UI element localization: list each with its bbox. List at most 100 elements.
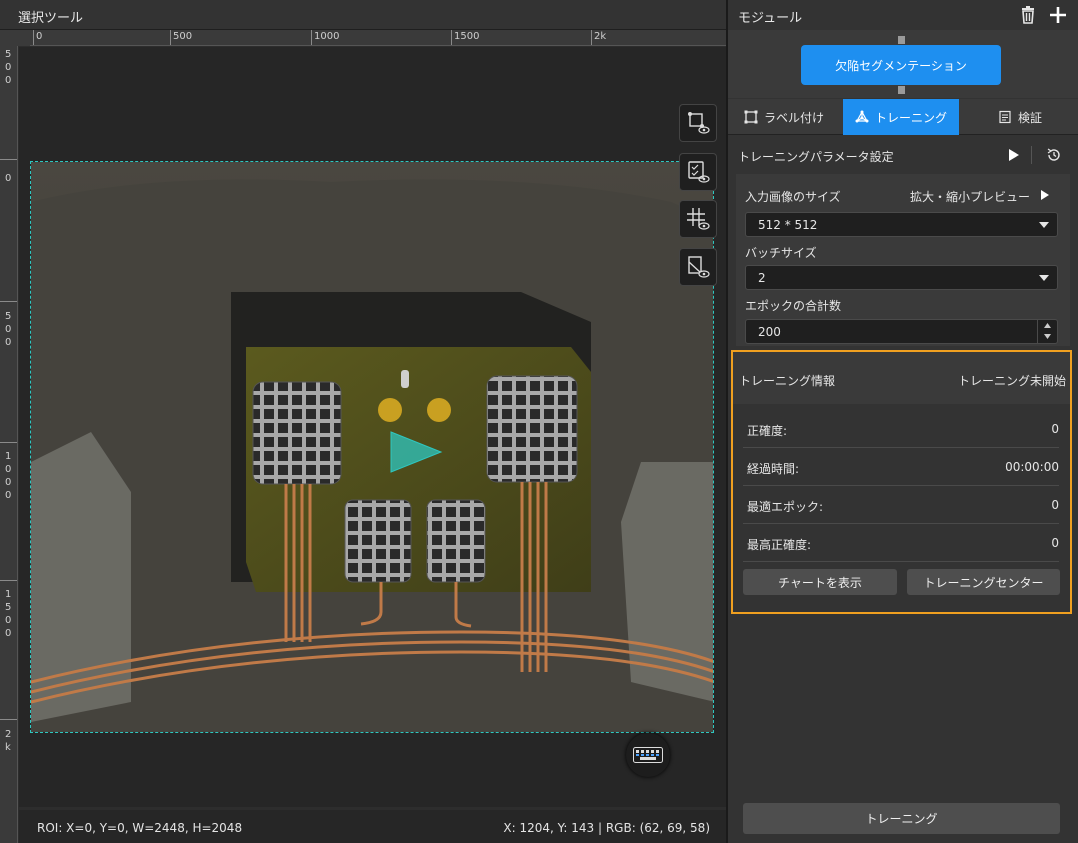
module-header: モジュール — [728, 0, 1078, 30]
play-icon[interactable] — [1040, 189, 1050, 201]
checklist-eye-icon — [688, 161, 710, 183]
batch-size-label: バッチサイズ — [745, 246, 817, 260]
inspection-image — [31, 162, 713, 732]
info-row-value: 00:00:00 — [1005, 460, 1059, 474]
history-icon[interactable] — [1046, 147, 1062, 163]
ruler-label: 0 — [36, 31, 43, 42]
selection-tool-header: 選択ツール — [0, 0, 726, 30]
bounding-box-icon — [744, 110, 758, 124]
ruler-label: 2 k — [5, 729, 12, 753]
tab-training[interactable]: トレーニング — [843, 99, 959, 135]
training-params-body: 入力画像のサイズ 拡大・縮小プレビュー 512 * 512 バッチサイズ 2 エ… — [736, 174, 1070, 346]
batch-size-select[interactable]: 2 — [745, 265, 1058, 290]
tab-labeling[interactable]: ラベル付け — [728, 99, 840, 135]
horizontal-ruler: 0 500 1000 1500 2k — [30, 30, 726, 46]
ruler-label: 500 — [173, 31, 193, 42]
ruler-label: 1000 — [314, 31, 340, 42]
vertical-ruler: 5 0 0 0 5 0 0 1 0 0 0 1 5 0 0 2 k — [0, 46, 18, 843]
info-row-best-accuracy: 最高正確度: 0 — [743, 524, 1059, 562]
trash-icon[interactable] — [1018, 5, 1038, 25]
roi-region[interactable] — [30, 161, 714, 733]
ruler-label: 1 0 0 0 — [5, 451, 12, 501]
input-size-label: 入力画像のサイズ — [745, 190, 841, 204]
info-row-elapsed: 経過時間: 00:00:00 — [743, 448, 1059, 486]
stepper-up-icon[interactable] — [1038, 320, 1057, 331]
module-pane: モジュール 欠陥セグメンテーション ラベル付け トレーニング 検証 トレーニング… — [728, 0, 1078, 843]
stepper-buttons[interactable] — [1037, 320, 1057, 343]
chevron-down-icon — [1039, 275, 1049, 281]
chevron-down-icon — [1039, 222, 1049, 228]
ruler-tick — [311, 30, 312, 45]
plus-icon[interactable] — [1048, 5, 1068, 25]
training-status: トレーニング未開始 — [957, 374, 1066, 388]
zoom-preview-label[interactable]: 拡大・縮小プレビュー — [910, 188, 1030, 205]
ruler-tick — [0, 580, 17, 581]
ruler-label: 2k — [594, 31, 607, 42]
ruler-tick — [0, 301, 17, 302]
tab-validation[interactable]: 検証 — [962, 99, 1078, 135]
ruler-corner — [0, 30, 30, 46]
ruler-tick — [33, 30, 34, 45]
selection-tool-title: 選択ツール — [18, 11, 84, 26]
network-icon — [855, 110, 869, 123]
ruler-label: 1500 — [454, 31, 480, 42]
status-bar: ROI: X=0, Y=0, W=2448, H=2048 X: 1204, Y… — [19, 810, 726, 843]
info-row-value: 0 — [1051, 422, 1059, 436]
epoch-total-stepper[interactable]: 200 — [745, 319, 1058, 344]
ruler-label: 0 — [5, 173, 12, 184]
training-center-button[interactable]: トレーニングセンター — [907, 569, 1060, 595]
epoch-total-label: エポックの合計数 — [745, 299, 842, 313]
start-training-button[interactable]: トレーニング — [743, 803, 1060, 834]
mask-visibility-tool[interactable] — [679, 248, 717, 286]
connector-in — [898, 36, 905, 44]
roi-readout: ROI: X=0, Y=0, W=2448, H=2048 — [37, 821, 243, 835]
training-info-panel: トレーニング情報 トレーニング未開始 正確度: 0 経過時間: 00:00:00… — [731, 350, 1072, 614]
ruler-tick — [451, 30, 452, 45]
roi-visibility-tool[interactable] — [679, 104, 717, 142]
roi-eye-icon — [688, 112, 710, 134]
training-info-header: トレーニング情報 トレーニング未開始 — [733, 352, 1070, 404]
divider — [1031, 146, 1032, 164]
stepper-down-icon[interactable] — [1038, 331, 1057, 342]
input-size-value: 512 * 512 — [758, 217, 818, 232]
ruler-label: 1 5 0 0 — [5, 589, 12, 639]
mask-eye-icon — [688, 256, 710, 278]
tab-validation-label: 検証 — [1017, 110, 1042, 125]
checklist-visibility-tool[interactable] — [679, 153, 717, 191]
info-row-accuracy: 正確度: 0 — [743, 410, 1059, 448]
ruler-tick — [591, 30, 592, 45]
ruler-tick — [0, 719, 17, 720]
tab-training-label: トレーニング — [874, 110, 947, 125]
cursor-readout: X: 1204, Y: 143 | RGB: (62, 69, 58) — [503, 821, 710, 835]
info-row-label: 正確度: — [747, 424, 788, 438]
play-icon[interactable] — [1008, 148, 1020, 162]
info-row-label: 最高正確度: — [747, 538, 812, 552]
module-tabs: ラベル付け トレーニング 検証 — [728, 99, 1078, 135]
image-viewer-pane: 選択ツール 0 500 1000 1500 2k 5 0 0 0 5 0 0 1… — [0, 0, 726, 843]
ruler-label: 5 0 0 — [5, 49, 12, 86]
ruler-label: 5 0 0 — [5, 311, 12, 348]
ruler-tick — [0, 442, 17, 443]
epoch-total-value: 200 — [758, 324, 781, 339]
input-size-select[interactable]: 512 * 512 — [745, 212, 1058, 237]
training-params-header: トレーニングパラメータ設定 — [728, 136, 1078, 174]
ruler-tick — [0, 159, 17, 160]
ruler-tick — [170, 30, 171, 45]
grid-visibility-tool[interactable] — [679, 200, 717, 238]
batch-size-value: 2 — [758, 270, 766, 285]
info-row-best-epoch: 最適エポック: 0 — [743, 486, 1059, 524]
info-row-value: 0 — [1051, 536, 1059, 550]
training-params-title: トレーニングパラメータ設定 — [738, 150, 894, 164]
grid-eye-icon — [687, 208, 710, 230]
keyboard-button[interactable] — [626, 733, 670, 777]
defect-segmentation-node[interactable]: 欠陥セグメンテーション — [801, 45, 1001, 85]
info-row-label: 最適エポック: — [747, 500, 824, 514]
info-row-label: 経過時間: — [747, 462, 800, 476]
keyboard-icon — [633, 747, 663, 763]
connector-out — [898, 86, 905, 94]
show-chart-button[interactable]: チャートを表示 — [743, 569, 897, 595]
tab-labeling-label: ラベル付け — [763, 110, 824, 125]
info-row-value: 0 — [1051, 498, 1059, 512]
document-icon — [999, 110, 1011, 124]
module-title: モジュール — [738, 11, 803, 26]
